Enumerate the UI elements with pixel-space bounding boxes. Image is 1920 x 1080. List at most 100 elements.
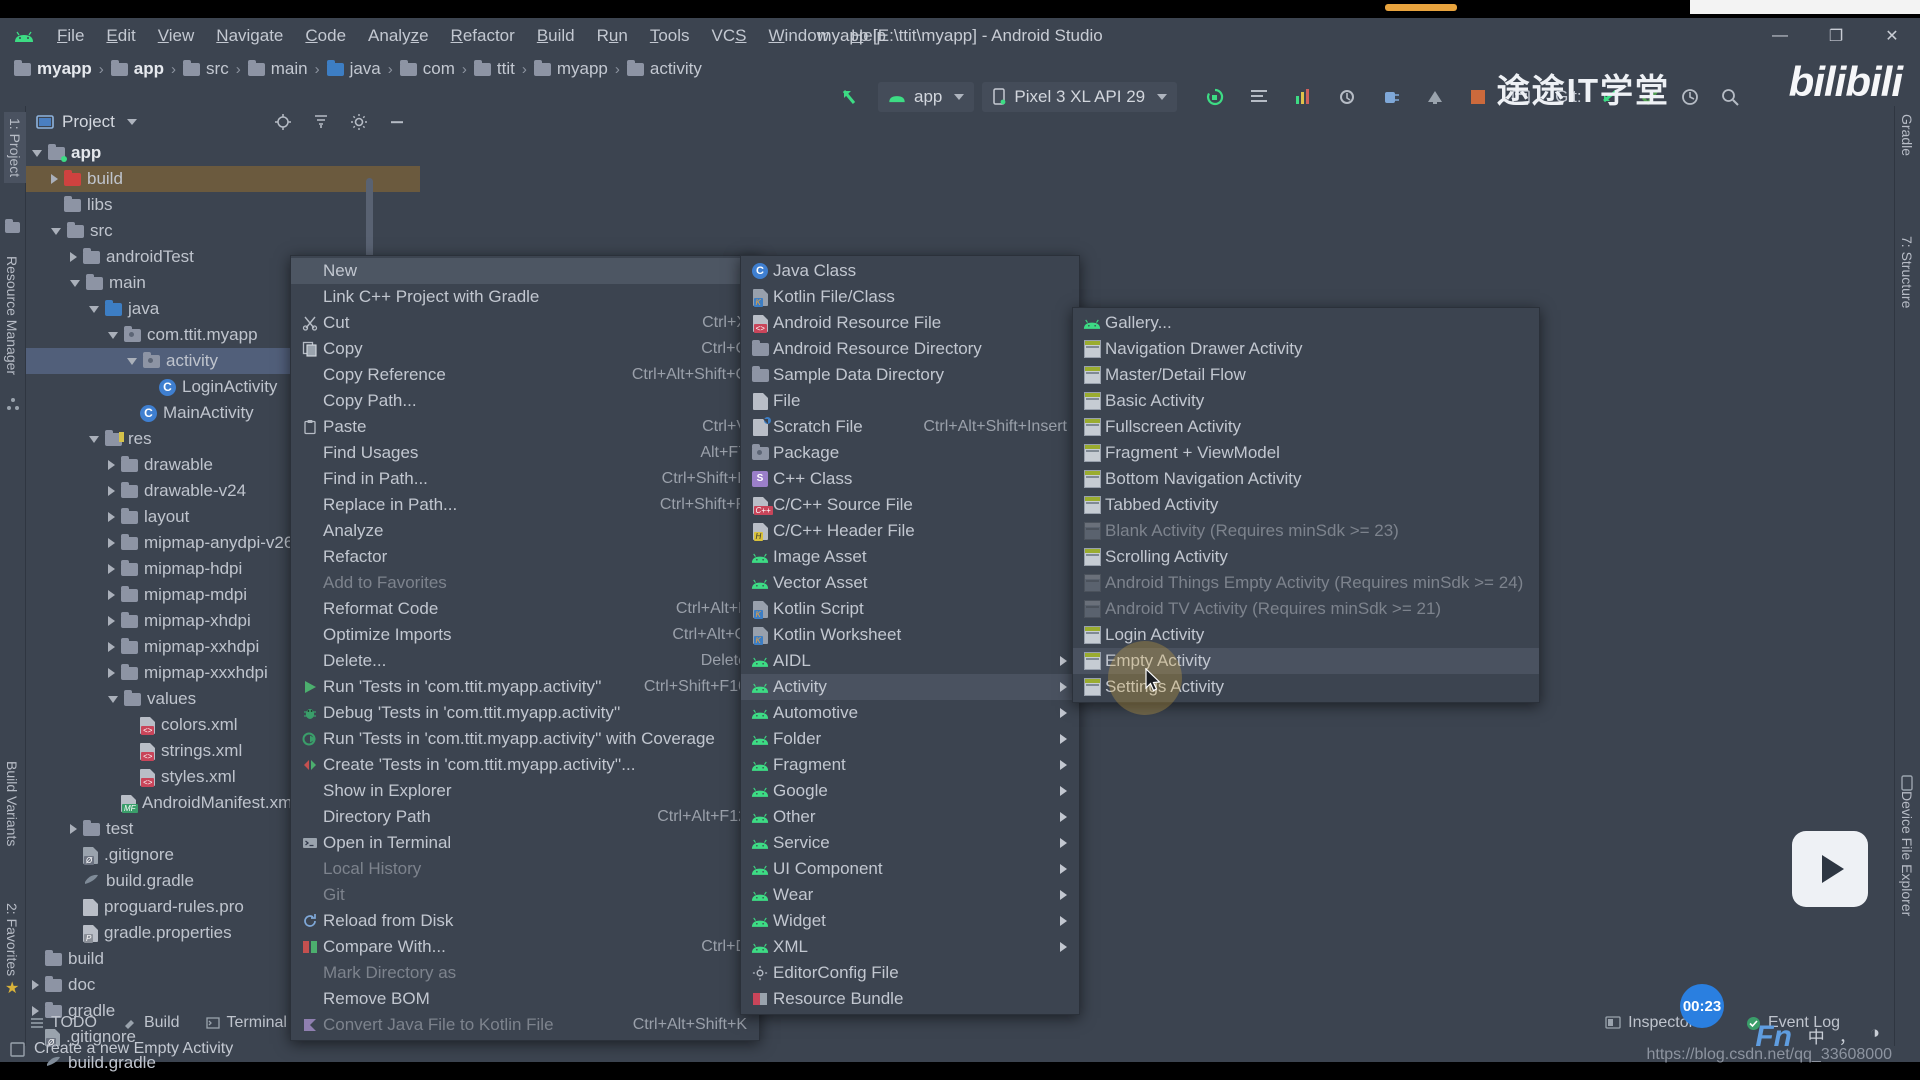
new-submenu[interactable]: C Java Class K Kotlin File/Class <> Android R… [740,255,1080,1015]
menu-item[interactable]: Tabbed Activity [1073,492,1539,518]
menu-item[interactable]: Copy Path... [291,388,759,414]
menu-item[interactable]: H C/C++ Header File [741,518,1079,544]
menu-item[interactable]: UI Component [741,856,1079,882]
menu-edit[interactable]: Edit [95,23,146,49]
menu-item[interactable]: Copy Ctrl+C [291,336,759,362]
menu-item[interactable]: New [291,258,759,284]
window-controls[interactable]: — ❐ ✕ [1752,18,1920,54]
sidebar-item-resource-manager[interactable]: Resource Manager [4,256,20,375]
menu-item[interactable]: Google [741,778,1079,804]
menu-item[interactable]: Reformat Code Ctrl+Alt+L [291,596,759,622]
sidebar-item-project[interactable]: 1: Project [4,112,26,184]
tree-row[interactable]: Pgradle.properties [26,1076,420,1080]
menu-item[interactable]: EditorConfig File [741,960,1079,986]
menu-item[interactable]: Copy Reference Ctrl+Alt+Shift+C [291,362,759,388]
menu-item[interactable]: Add to Favorites [291,570,759,596]
history-icon[interactable] [1680,87,1700,107]
context-menu[interactable]: New Link C++ Project with Gradle Cut Ctrl+X… [290,255,760,1041]
menu-item[interactable]: Android Things Empty Activity (Requires … [1073,570,1539,596]
menu-item[interactable]: Bottom Navigation Activity [1073,466,1539,492]
menu-view[interactable]: View [147,23,206,49]
menu-item[interactable]: Find in Path... Ctrl+Shift+F [291,466,759,492]
menu-item[interactable]: Wear [741,882,1079,908]
menu-item[interactable]: Vector Asset [741,570,1079,596]
tree-row[interactable]: src [26,218,420,244]
menu-item[interactable]: Create 'Tests in 'com.ttit.myapp.activit… [291,752,759,778]
menu-item[interactable]: Gallery... [1073,310,1539,336]
menu-item[interactable]: Master/Detail Flow [1073,362,1539,388]
tree-expand-arrow[interactable] [89,435,99,443]
tree-expand-arrow[interactable] [108,486,115,496]
tree-expand-arrow[interactable] [70,279,80,287]
menu-item[interactable]: Paste Ctrl+V [291,414,759,440]
menu-item[interactable]: Fullscreen Activity [1073,414,1539,440]
video-play-badge[interactable] [1792,831,1868,907]
tree-expand-arrow[interactable] [70,824,77,834]
maximize-button[interactable]: ❐ [1808,18,1864,54]
menu-item[interactable]: Open in Terminal [291,830,759,856]
gear-icon[interactable] [350,113,368,131]
stop-icon[interactable] [1469,88,1487,106]
tree-expand-arrow[interactable] [32,980,39,990]
tree-row[interactable]: app [26,140,420,166]
sidebar-item-favorites[interactable]: 2: Favorites [4,903,20,976]
menu-item[interactable]: Basic Activity [1073,388,1539,414]
menu-item[interactable]: K Kotlin Script [741,596,1079,622]
tree-expand-arrow[interactable] [108,460,115,470]
run-icon[interactable] [1205,87,1225,107]
back-arrow-icon[interactable] [840,87,860,107]
menu-item[interactable]: Local History [291,856,759,882]
collapse-all-icon[interactable] [312,113,330,131]
sidebar-item-device-file-explorer[interactable]: Device File Explorer [1899,791,1915,916]
menu-item[interactable]: Android Resource Directory [741,336,1079,362]
sidebar-item-build-variants[interactable]: Build Variants [4,761,20,846]
tree-expand-arrow[interactable] [108,331,118,339]
tree-row[interactable]: build [26,166,420,192]
menu-item[interactable]: C++ C/C++ Source File [741,492,1079,518]
tree-expand-arrow[interactable] [108,642,115,652]
menu-item[interactable]: Folder [741,726,1079,752]
menu-item[interactable]: Other [741,804,1079,830]
right-tool-rail[interactable]: Gradle 7: Structure Device File Explorer [1894,106,1920,1046]
menu-build[interactable]: Build [526,23,586,49]
tree-row[interactable]: libs [26,192,420,218]
tree-expand-arrow[interactable] [127,357,137,365]
bottom-item-build[interactable]: Build [123,1014,180,1032]
menu-item[interactable]: K Kotlin Worksheet [741,622,1079,648]
target-icon[interactable] [274,113,292,131]
apply-code-changes-icon[interactable] [1337,87,1357,107]
menu-item[interactable]: Refactor [291,544,759,570]
menu-bar[interactable]: FFileile Edit View Navigate Code Analyze… [46,23,897,49]
tree-expand-arrow[interactable] [108,668,115,678]
menu-code[interactable]: Code [294,23,357,49]
menu-item[interactable]: Mark Directory as [291,960,759,986]
menu-item[interactable]: Convert Java File to Kotlin File Ctrl+Alt… [291,1012,759,1038]
profiler-icon[interactable] [1293,87,1313,107]
close-button[interactable]: ✕ [1864,18,1920,54]
menu-item[interactable]: Sample Data Directory [741,362,1079,388]
attach-debugger-icon[interactable] [1381,87,1401,107]
menu-item[interactable]: XML [741,934,1079,960]
menu-item[interactable]: Automotive [741,700,1079,726]
menu-file[interactable]: FFileile [46,23,95,49]
left-tool-rail[interactable]: 1: Project Resource Manager Build Varian… [0,106,26,1046]
tree-expand-arrow[interactable] [108,564,115,574]
menu-item[interactable]: File [741,388,1079,414]
tree-expand-arrow[interactable] [108,590,115,600]
menu-vcs[interactable]: VCS [701,23,758,49]
menu-item[interactable]: Run 'Tests in 'com.ttit.myapp.activity''… [291,674,759,700]
tree-expand-arrow[interactable] [70,252,77,262]
sidebar-item-structure[interactable]: 7: Structure [1899,236,1915,308]
menu-item[interactable]: Delete... Delete [291,648,759,674]
menu-item[interactable]: Directory Path Ctrl+Alt+F12 [291,804,759,830]
apply-changes-icon[interactable] [1249,87,1269,107]
bottom-item-terminal[interactable]: Terminal [205,1014,287,1032]
menu-item[interactable]: K Kotlin File/Class [741,284,1079,310]
menu-item[interactable]: Image Asset [741,544,1079,570]
menu-item[interactable]: Find Usages Alt+F7 [291,440,759,466]
menu-navigate[interactable]: Navigate [205,23,294,49]
tree-expand-arrow[interactable] [108,616,115,626]
menu-refactor[interactable]: Refactor [440,23,526,49]
chevron-down-icon[interactable] [126,119,137,125]
menu-item[interactable]: Android TV Activity (Requires minSdk >= … [1073,596,1539,622]
